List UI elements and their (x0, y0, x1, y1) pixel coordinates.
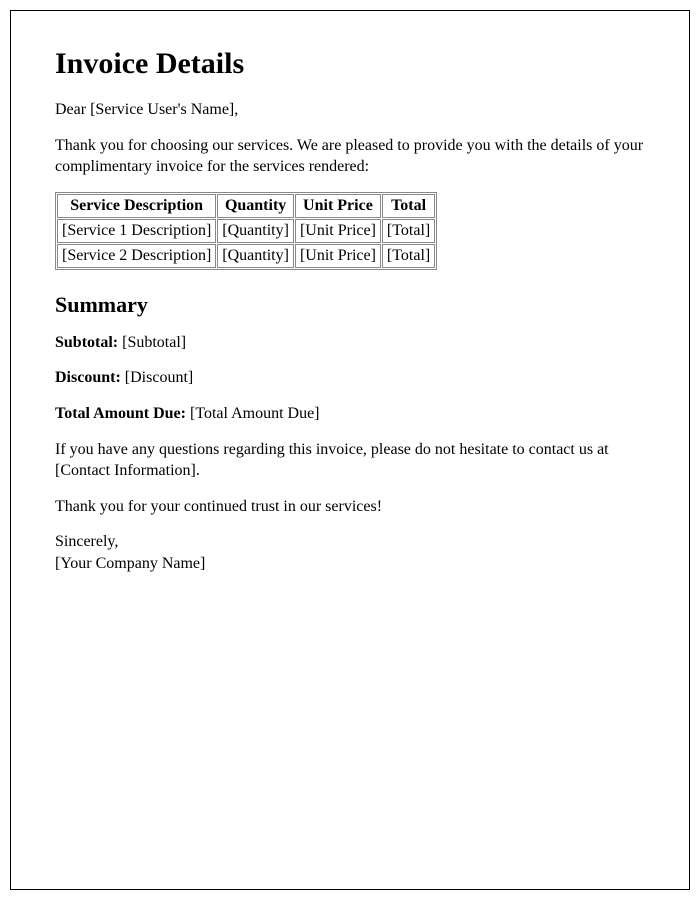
cell-quantity: [Quantity] (217, 219, 294, 243)
thanks-paragraph: Thank you for your continued trust in ou… (55, 496, 645, 518)
subtotal-value: [Subtotal] (118, 334, 186, 351)
cell-total: [Total] (382, 244, 435, 268)
invoice-page: Invoice Details Dear [Service User's Nam… (10, 10, 690, 890)
cell-unit-price: [Unit Price] (295, 219, 381, 243)
table-row: [Service 1 Description] [Quantity] [Unit… (57, 219, 435, 243)
total-due-label: Total Amount Due: (55, 405, 186, 422)
discount-label: Discount: (55, 369, 121, 386)
discount-value: [Discount] (121, 369, 193, 386)
cell-quantity: [Quantity] (217, 244, 294, 268)
page-title: Invoice Details (55, 47, 645, 81)
col-service-description: Service Description (57, 194, 216, 218)
cell-service-description: [Service 2 Description] (57, 244, 216, 268)
signature-block: Sincerely, [Your Company Name] (55, 531, 645, 574)
total-due-line: Total Amount Due: [Total Amount Due] (55, 403, 645, 425)
table-row: [Service 2 Description] [Quantity] [Unit… (57, 244, 435, 268)
cell-unit-price: [Unit Price] (295, 244, 381, 268)
contact-paragraph: If you have any questions regarding this… (55, 439, 645, 482)
company-name: [Your Company Name] (55, 555, 205, 572)
discount-line: Discount: [Discount] (55, 367, 645, 389)
signoff: Sincerely, (55, 533, 118, 550)
col-quantity: Quantity (217, 194, 294, 218)
subtotal-label: Subtotal: (55, 334, 118, 351)
table-header-row: Service Description Quantity Unit Price … (57, 194, 435, 218)
intro-paragraph: Thank you for choosing our services. We … (55, 135, 645, 178)
col-unit-price: Unit Price (295, 194, 381, 218)
subtotal-line: Subtotal: [Subtotal] (55, 332, 645, 354)
cell-service-description: [Service 1 Description] (57, 219, 216, 243)
summary-heading: Summary (55, 292, 645, 318)
total-due-value: [Total Amount Due] (186, 405, 320, 422)
salutation: Dear [Service User's Name], (55, 99, 645, 121)
cell-total: [Total] (382, 219, 435, 243)
col-total: Total (382, 194, 435, 218)
services-table: Service Description Quantity Unit Price … (55, 192, 437, 270)
